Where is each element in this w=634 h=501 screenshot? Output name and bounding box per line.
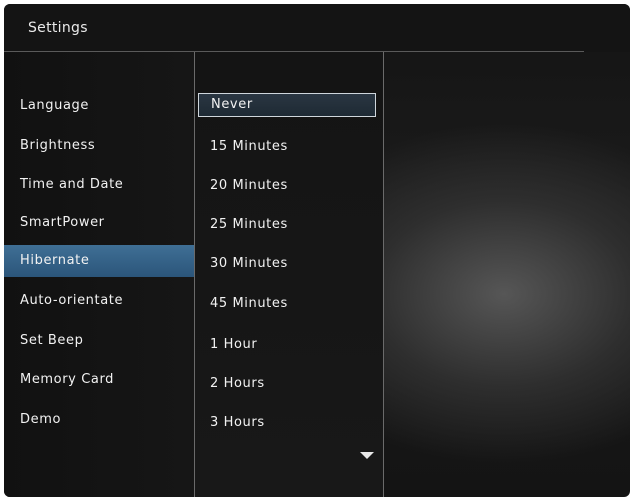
option-label: 20 Minutes [210,178,288,193]
option-30-minutes[interactable]: 30 Minutes [195,249,383,279]
option-3-hours[interactable]: 3 Hours [195,408,383,438]
settings-screen: Settings Language Brightness Time and Da… [4,4,630,497]
option-15-minutes[interactable]: 15 Minutes [195,132,383,162]
menu-item-time-and-date[interactable]: Time and Date [4,169,194,201]
menu-item-label: Set Beep [20,333,84,348]
menu-item-smartpower[interactable]: SmartPower [4,207,194,239]
option-label: 1 Hour [210,337,258,352]
option-2-hours[interactable]: 2 Hours [195,369,383,399]
page-title: Settings [28,20,88,36]
menu-item-label: Time and Date [20,177,124,192]
option-label: 2 Hours [210,376,265,391]
option-label: 15 Minutes [210,139,288,154]
option-label: 45 Minutes [210,296,288,311]
menu-item-memory-card[interactable]: Memory Card [4,364,194,396]
menu-item-label: Language [20,98,89,113]
menu-item-set-beep[interactable]: Set Beep [4,325,194,357]
option-label: Never [211,97,253,112]
title-bar: Settings [4,4,630,52]
menu-item-label: Memory Card [20,372,115,387]
option-20-minutes[interactable]: 20 Minutes [195,171,383,201]
chevron-down-icon[interactable] [360,452,374,459]
option-label: 30 Minutes [210,256,288,271]
menu-item-auto-orientate[interactable]: Auto-orientate [4,285,194,317]
option-45-minutes[interactable]: 45 Minutes [195,289,383,319]
hibernate-options: Never 15 Minutes 20 Minutes 25 Minutes 3… [195,52,383,497]
menu-item-brightness[interactable]: Brightness [4,130,194,162]
option-1-hour[interactable]: 1 Hour [195,330,383,360]
option-label: 3 Hours [210,415,265,430]
menu-item-language[interactable]: Language [4,90,194,122]
menu-item-label: Hibernate [20,253,90,268]
menu-item-label: Demo [20,412,62,427]
menu-item-label: Auto-orientate [20,293,124,308]
menu-item-hibernate[interactable]: Hibernate [4,245,194,277]
menu-item-demo[interactable]: Demo [4,404,194,436]
menu-item-label: SmartPower [20,215,105,230]
column-divider [383,52,384,497]
settings-menu: Language Brightness Time and Date SmartP… [4,52,194,497]
option-25-minutes[interactable]: 25 Minutes [195,210,383,240]
option-label: 25 Minutes [210,217,288,232]
menu-item-label: Brightness [20,138,96,153]
option-never[interactable]: Never [198,93,376,117]
